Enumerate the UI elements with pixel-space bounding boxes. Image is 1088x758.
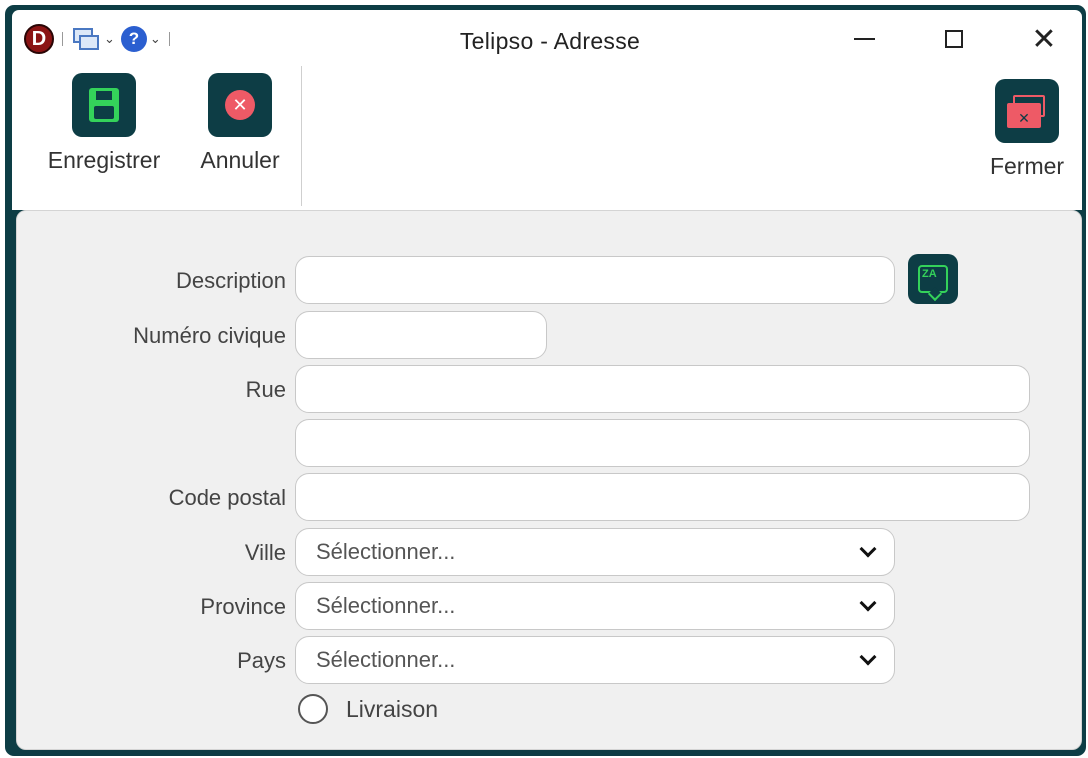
window-title: Telipso - Adresse xyxy=(459,28,641,54)
minimize-icon xyxy=(853,38,875,40)
chevron-down-icon xyxy=(859,648,877,666)
postal-code-input[interactable] xyxy=(295,473,1030,521)
country-label: Pays xyxy=(237,648,286,673)
country-selected-value: Sélectionner... xyxy=(316,647,456,672)
translate-bubble-icon: ZA xyxy=(918,265,948,293)
cancel-label: Annuler xyxy=(200,147,280,173)
city-label: Ville xyxy=(244,540,286,565)
description-label: Description xyxy=(175,268,286,293)
country-select[interactable]: Sélectionner... xyxy=(295,636,895,684)
cancel-button[interactable]: ✕ Annuler xyxy=(196,73,284,174)
close-form-label: Fermer xyxy=(989,153,1065,179)
translate-button[interactable]: ZA xyxy=(908,254,958,304)
chevron-down-icon xyxy=(859,540,877,558)
toolbar: Enregistrer ✕ Annuler ✕ Fermer xyxy=(12,56,1082,210)
close-icon: ✕ xyxy=(1031,22,1057,56)
chevron-down-icon xyxy=(859,594,877,612)
floppy-disk-icon xyxy=(72,73,136,137)
delivery-radio[interactable] xyxy=(298,694,328,724)
province-select[interactable]: Sélectionner... xyxy=(295,582,895,630)
close-button[interactable]: ✕ xyxy=(1022,22,1066,56)
maximize-button[interactable] xyxy=(932,22,976,56)
close-form-button[interactable]: ✕ Fermer xyxy=(987,79,1067,180)
minimize-button[interactable] xyxy=(842,22,886,56)
civic-number-input[interactable] xyxy=(295,311,547,359)
toolbar-separator xyxy=(301,66,302,206)
cancel-circle-icon: ✕ xyxy=(208,73,272,137)
country-label-wrap: Pays xyxy=(0,636,286,684)
street-label-wrap: Rue xyxy=(0,365,286,413)
street-input[interactable] xyxy=(295,365,1030,413)
postal-code-label: Code postal xyxy=(168,485,286,510)
save-label: Enregistrer xyxy=(47,147,161,173)
city-selected-value: Sélectionner... xyxy=(316,539,456,564)
save-button[interactable]: Enregistrer xyxy=(42,73,166,174)
close-window-icon: ✕ xyxy=(995,79,1059,143)
province-label: Province xyxy=(200,594,286,619)
street-line2-input[interactable] xyxy=(295,419,1030,467)
province-label-wrap: Province xyxy=(0,582,286,630)
city-select[interactable]: Sélectionner... xyxy=(295,528,895,576)
street-label: Rue xyxy=(245,377,286,402)
delivery-label[interactable]: Livraison xyxy=(346,696,438,723)
city-label-wrap: Ville xyxy=(0,528,286,576)
description-label-wrap: Description xyxy=(0,256,286,304)
civic-number-label: Numéro civique xyxy=(133,323,286,348)
civic-number-label-wrap: Numéro civique xyxy=(0,311,286,359)
description-input[interactable] xyxy=(295,256,895,304)
province-selected-value: Sélectionner... xyxy=(316,593,456,618)
maximize-icon xyxy=(945,30,963,48)
postal-code-label-wrap: Code postal xyxy=(0,473,286,521)
